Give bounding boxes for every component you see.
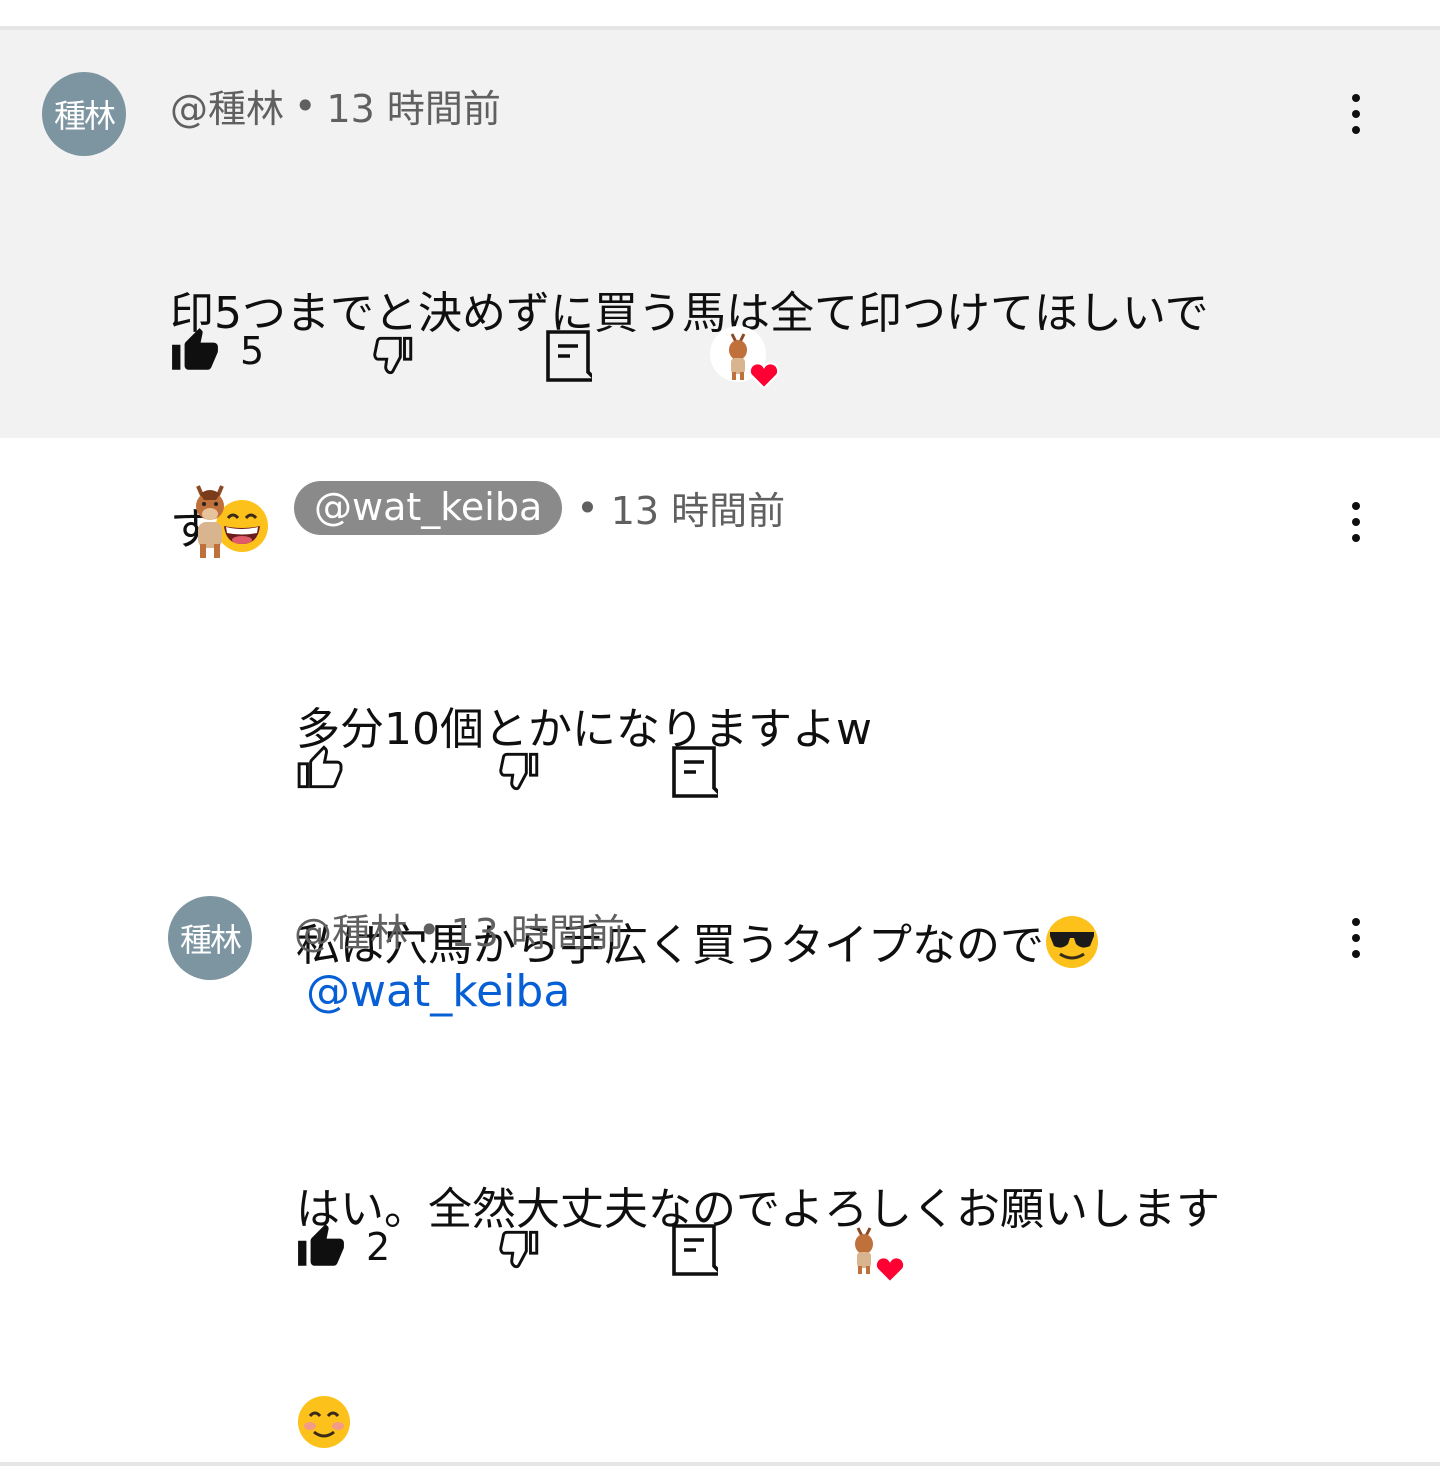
- avatar[interactable]: 種林: [168, 896, 252, 980]
- comment-time: 13 時間前: [610, 489, 786, 533]
- author-name[interactable]: @種林: [170, 78, 284, 133]
- dislike-button[interactable]: [492, 746, 544, 796]
- avatar[interactable]: [168, 480, 252, 564]
- dislike-button[interactable]: [492, 1224, 544, 1274]
- more-options-icon[interactable]: [1336, 492, 1376, 552]
- creator-heart-icon: [710, 326, 786, 390]
- horse-avatar-icon: [196, 485, 224, 558]
- reply-button[interactable]: [544, 328, 592, 382]
- smiling-face-emoji-icon: [298, 1396, 350, 1448]
- thumb-up-filled-icon: [298, 1224, 344, 1266]
- comment-meta: @wat_keiba • 13 時間前: [294, 480, 785, 535]
- thumb-down-icon: [373, 336, 413, 375]
- like-button[interactable]: 5: [170, 326, 264, 376]
- bottom-divider: [0, 1462, 1440, 1466]
- thumb-up-icon: [297, 745, 343, 789]
- comment-text: はい。全然大丈夫なのでよろしくお願いします: [296, 1030, 1356, 1472]
- comment-meta: @種林 • 13 時間前: [170, 78, 501, 133]
- comment-time: 13 時間前: [326, 87, 501, 131]
- avatar[interactable]: 種林: [42, 72, 126, 156]
- reply-icon: [672, 746, 718, 798]
- reply-icon: [672, 1224, 718, 1276]
- author-name-chip[interactable]: @wat_keiba: [294, 480, 563, 535]
- like-button[interactable]: 2: [296, 1222, 390, 1272]
- creator-heart-icon: [836, 1220, 912, 1284]
- thumb-up-filled-icon: [172, 328, 218, 370]
- reply-icon: [546, 330, 592, 382]
- like-count: 5: [240, 329, 265, 373]
- comment-meta: @種林 • 13 時間前: [294, 902, 625, 957]
- like-count: 2: [366, 1225, 391, 1269]
- sunglasses-face-emoji-icon: [1046, 916, 1098, 968]
- author-name[interactable]: @種林: [294, 902, 408, 957]
- like-button[interactable]: [296, 744, 346, 794]
- mention-link[interactable]: @wat_keiba: [306, 966, 570, 1017]
- dislike-button[interactable]: [366, 330, 418, 380]
- thumb-down-icon: [499, 752, 539, 791]
- reply-button[interactable]: [670, 1222, 718, 1276]
- thumb-down-icon: [499, 1230, 539, 1269]
- comment-time: 13 時間前: [450, 911, 625, 955]
- reply-button[interactable]: [670, 744, 718, 798]
- more-options-icon[interactable]: [1336, 908, 1376, 968]
